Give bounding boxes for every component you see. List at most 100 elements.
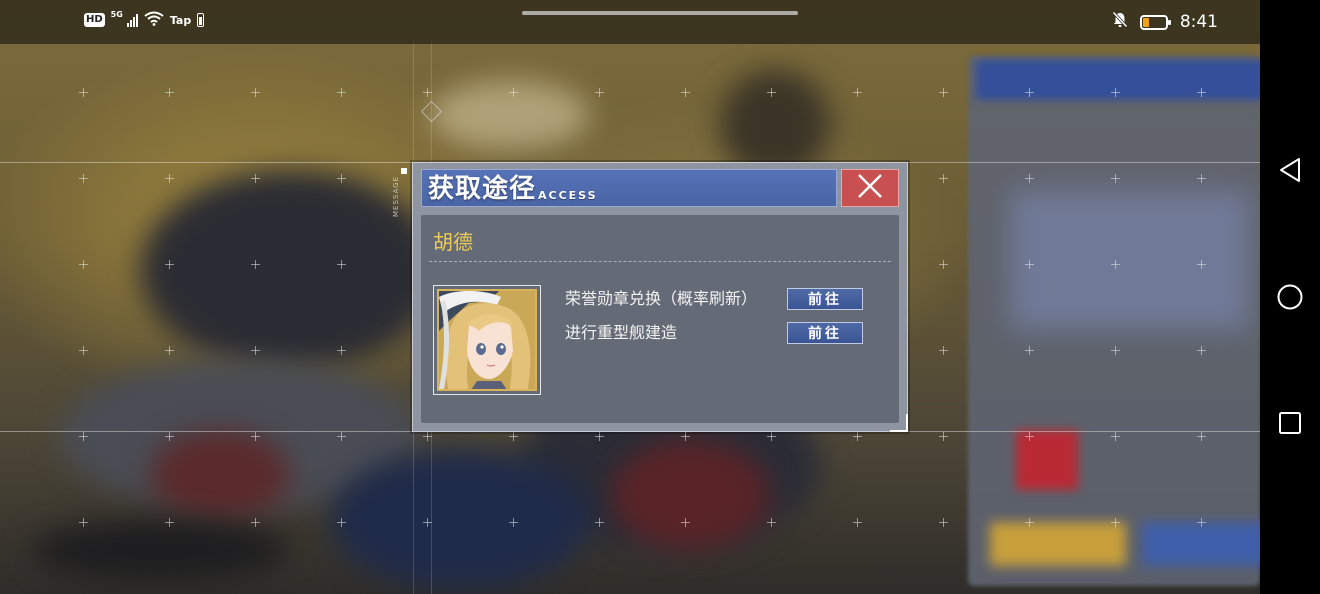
grid-plus-marker bbox=[423, 432, 432, 441]
wifi-icon bbox=[144, 11, 164, 29]
grid-plus-marker bbox=[853, 518, 862, 527]
grid-plus-marker bbox=[337, 174, 346, 183]
grid-plus-marker bbox=[1111, 518, 1120, 527]
grid-plus-marker bbox=[1025, 174, 1034, 183]
character-name: 胡德 bbox=[433, 230, 473, 254]
navigation-bar bbox=[1260, 0, 1320, 594]
grid-plus-marker bbox=[165, 346, 174, 355]
recents-icon[interactable] bbox=[1275, 408, 1305, 438]
grid-plus-marker bbox=[1197, 260, 1206, 269]
character-portrait bbox=[437, 289, 537, 391]
message-side-label: MESSAGE bbox=[392, 176, 400, 217]
grid-plus-marker bbox=[939, 346, 948, 355]
grid-plus-marker bbox=[939, 432, 948, 441]
grid-plus-marker bbox=[165, 260, 174, 269]
go-button[interactable]: 前往 bbox=[787, 288, 863, 310]
grid-plus-marker bbox=[595, 88, 604, 97]
close-icon bbox=[856, 172, 884, 204]
grid-plus-marker bbox=[1111, 88, 1120, 97]
signal-icon bbox=[126, 13, 138, 27]
grid-plus-marker bbox=[251, 346, 260, 355]
grid-plus-marker bbox=[337, 88, 346, 97]
corner-marker bbox=[401, 168, 407, 174]
grid-plus-marker bbox=[1111, 260, 1120, 269]
back-icon[interactable] bbox=[1275, 155, 1305, 185]
route-label: 荣誉勋章兑换（概率刷新） bbox=[565, 289, 758, 308]
grid-plus-marker bbox=[1025, 346, 1034, 355]
grid-plus-marker bbox=[251, 432, 260, 441]
grid-plus-marker bbox=[1111, 432, 1120, 441]
grid-plus-marker bbox=[853, 88, 862, 97]
grid-plus-marker bbox=[1025, 260, 1034, 269]
grid-plus-marker bbox=[595, 432, 604, 441]
grid-plus-marker bbox=[165, 88, 174, 97]
grid-plus-marker bbox=[1111, 346, 1120, 355]
grid-plus-marker bbox=[79, 174, 88, 183]
grid-plus-marker bbox=[939, 174, 948, 183]
grid-plus-marker bbox=[337, 346, 346, 355]
grid-plus-marker bbox=[1025, 518, 1034, 527]
grid-plus-marker bbox=[79, 260, 88, 269]
grid-plus-marker bbox=[1025, 88, 1034, 97]
grid-plus-marker bbox=[595, 518, 604, 527]
app-tag: Tap bbox=[169, 13, 192, 27]
grid-plus-marker bbox=[251, 518, 260, 527]
grid-plus-marker bbox=[1111, 174, 1120, 183]
grid-plus-marker bbox=[251, 260, 260, 269]
network-type: 5G bbox=[110, 9, 123, 19]
character-portrait-frame bbox=[433, 285, 541, 395]
grid-plus-marker bbox=[509, 88, 518, 97]
grid-plus-marker bbox=[767, 88, 776, 97]
grid-plus-marker bbox=[509, 518, 518, 527]
grid-plus-marker bbox=[423, 88, 432, 97]
grid-plus-marker bbox=[767, 518, 776, 527]
grid-plus-marker bbox=[1025, 432, 1034, 441]
dashed-divider bbox=[429, 261, 891, 262]
route-row: 荣誉勋章兑换（概率刷新） 前往 bbox=[565, 288, 863, 310]
grid-plus-marker bbox=[1197, 346, 1206, 355]
grid-plus-marker bbox=[165, 174, 174, 183]
grid-plus-marker bbox=[165, 518, 174, 527]
grid-plus-marker bbox=[79, 346, 88, 355]
status-bar: HD 5G Tap 8:41 bbox=[0, 0, 1260, 44]
grid-plus-marker bbox=[681, 432, 690, 441]
hd-badge: HD bbox=[84, 13, 105, 27]
route-row: 进行重型舰建造 前往 bbox=[565, 322, 863, 344]
clock: 8:41 bbox=[1179, 12, 1218, 32]
access-dialog: 获取途径 ACCESS 胡德 荣誉勋章兑换（概率刷新） 前往 进行重型舰建造 前… bbox=[412, 162, 908, 432]
grid-plus-marker bbox=[1197, 88, 1206, 97]
grid-plus-marker bbox=[853, 432, 862, 441]
go-button[interactable]: 前往 bbox=[787, 322, 863, 344]
corner-marker bbox=[906, 414, 908, 432]
notification-pill[interactable] bbox=[522, 11, 798, 15]
grid-plus-marker bbox=[251, 174, 260, 183]
grid-plus-marker bbox=[79, 88, 88, 97]
grid-plus-marker bbox=[79, 518, 88, 527]
route-label: 进行重型舰建造 bbox=[565, 323, 678, 342]
dialog-header: 获取途径 ACCESS bbox=[421, 169, 837, 207]
grid-plus-marker bbox=[767, 432, 776, 441]
grid-plus-marker bbox=[251, 88, 260, 97]
dialog-title: 获取途径 bbox=[428, 174, 537, 204]
dialog-body: 胡德 荣誉勋章兑换（概率刷新） 前往 进行重型舰建造 前往 bbox=[421, 215, 899, 423]
grid-plus-marker bbox=[79, 432, 88, 441]
grid-plus-marker bbox=[1197, 518, 1206, 527]
grid-plus-marker bbox=[939, 260, 948, 269]
bell-muted-icon bbox=[1112, 11, 1128, 33]
grid-plus-marker bbox=[681, 518, 690, 527]
dialog-subtitle: ACCESS bbox=[538, 189, 598, 202]
grid-plus-marker bbox=[1197, 432, 1206, 441]
close-button[interactable] bbox=[841, 169, 899, 207]
grid-plus-marker bbox=[337, 432, 346, 441]
grid-plus-marker bbox=[939, 518, 948, 527]
grid-plus-marker bbox=[423, 518, 432, 527]
grid-plus-marker bbox=[1197, 174, 1206, 183]
grid-plus-marker bbox=[681, 88, 690, 97]
small-battery-icon bbox=[197, 13, 205, 27]
grid-plus-marker bbox=[337, 260, 346, 269]
grid-plus-marker bbox=[337, 518, 346, 527]
grid-plus-marker bbox=[165, 432, 174, 441]
grid-plus-marker bbox=[939, 88, 948, 97]
home-icon[interactable] bbox=[1275, 282, 1305, 312]
grid-plus-marker bbox=[509, 432, 518, 441]
